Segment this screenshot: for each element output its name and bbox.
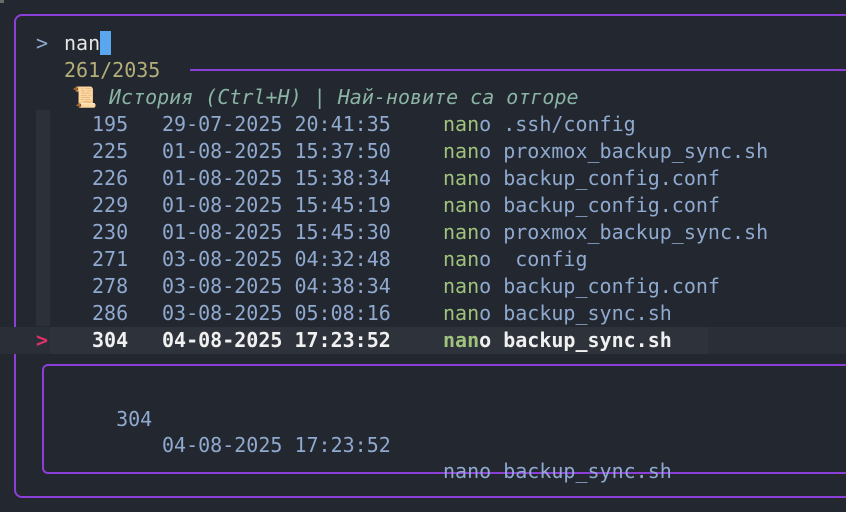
row-number: 304	[92, 328, 129, 352]
prompt-symbol: >	[36, 31, 49, 55]
history-row[interactable]: 271 03-08-2025 04:32:48 nano config	[0, 246, 846, 273]
preview-content: 304 04-08-2025 17:23:52 nano backup_sync…	[92, 380, 672, 484]
row-command: nano config	[443, 246, 588, 273]
row-number: 286	[92, 301, 129, 325]
row-command: nano backup_sync.sh	[443, 300, 672, 327]
row-timestamp: 04-08-2025 17:23:52	[162, 328, 391, 352]
row-command: nano proxmox_backup_sync.sh	[443, 138, 768, 165]
row-timestamp: 01-08-2025 15:38:34	[162, 166, 391, 190]
row-command: nano .ssh/config	[443, 111, 636, 138]
row-command-rest: o backup_sync.sh	[479, 328, 672, 352]
row-timestamp: 01-08-2025 15:37:50	[162, 139, 391, 163]
text-cursor	[100, 31, 112, 55]
history-row[interactable]: 229 01-08-2025 15:45:19 nano backup_config…	[0, 192, 846, 219]
row-command-rest: o backup_config.conf	[479, 166, 720, 190]
row-match: nan	[443, 274, 480, 298]
row-timestamp: 03-08-2025 05:08:16	[162, 301, 391, 325]
row-match: nan	[443, 193, 480, 217]
row-command: nano proxmox_backup_sync.sh	[443, 219, 768, 246]
row-match: nan	[443, 112, 480, 136]
history-list: 195 29-07-2025 20:41:35 nano .ssh/config 22…	[0, 111, 846, 354]
row-command: nano backup_config.conf	[443, 192, 720, 219]
row-number: 230	[92, 220, 129, 244]
preview-cmd: nano backup_sync.sh	[443, 459, 672, 483]
scroll-icon: 📜	[72, 85, 97, 109]
row-command: nano backup_config.conf	[443, 165, 720, 192]
row-match: nan	[443, 220, 480, 244]
selection-marker: >	[36, 328, 49, 352]
row-command-rest: o backup_config.conf	[479, 193, 720, 217]
row-number: 278	[92, 274, 129, 298]
counter-separator	[190, 69, 846, 71]
row-timestamp: 01-08-2025 15:45:30	[162, 220, 391, 244]
row-match: nan	[443, 301, 480, 325]
query-text: nan	[64, 31, 101, 55]
history-row[interactable]: 195 29-07-2025 20:41:35 nano .ssh/config	[0, 111, 846, 138]
row-command: nano backup_config.conf	[443, 273, 720, 300]
row-timestamp: 29-07-2025 20:41:35	[162, 112, 391, 136]
history-row[interactable]: 226 01-08-2025 15:38:34 nano backup_config…	[0, 165, 846, 192]
row-command-rest: o .ssh/config	[479, 112, 636, 136]
window-edge-mark	[0, 0, 4, 3]
row-timestamp: 01-08-2025 15:45:19	[162, 193, 391, 217]
row-number: 226	[92, 166, 129, 190]
row-command-rest: o proxmox_backup_sync.sh	[479, 139, 769, 163]
row-timestamp: 03-08-2025 04:38:34	[162, 274, 391, 298]
history-row-selected[interactable]: >304 04-08-2025 17:23:52 nano backup_sync.…	[0, 327, 846, 354]
row-match: nan	[443, 166, 480, 190]
preview-date: 04-08-2025 17:23:52	[162, 433, 391, 457]
history-row[interactable]: 225 01-08-2025 15:37:50 nano proxmox_backu…	[0, 138, 846, 165]
match-counter: 261/2035	[64, 58, 161, 82]
row-command-rest: o proxmox_backup_sync.sh	[479, 220, 769, 244]
row-match: nan	[443, 328, 480, 352]
preview-num: 304	[116, 407, 153, 431]
row-match: nan	[443, 247, 480, 271]
row-command-rest: o backup_config.conf	[479, 274, 720, 298]
row-command-rest: o backup_sync.sh	[479, 301, 672, 325]
row-command-rest: o config	[479, 247, 588, 271]
header-text: История (Ctrl+H) | Най-новите са отгоре	[108, 85, 579, 109]
row-timestamp: 03-08-2025 04:32:48	[162, 247, 391, 271]
row-number: 195	[92, 112, 129, 136]
history-row[interactable]: 230 01-08-2025 15:45:30 nano proxmox_backu…	[0, 219, 846, 246]
history-row[interactable]: 278 03-08-2025 04:38:34 nano backup_config…	[0, 273, 846, 300]
row-command: nano backup_sync.sh	[443, 327, 672, 354]
row-match: nan	[443, 139, 480, 163]
row-number: 271	[92, 247, 129, 271]
row-number: 229	[92, 193, 129, 217]
row-number: 225	[92, 139, 129, 163]
history-row[interactable]: 286 03-08-2025 05:08:16 nano backup_sync.s…	[0, 300, 846, 327]
list-header: 📜 История (Ctrl+H) | Най-новите са отгор…	[72, 84, 579, 110]
search-input[interactable]: nan	[64, 30, 112, 56]
